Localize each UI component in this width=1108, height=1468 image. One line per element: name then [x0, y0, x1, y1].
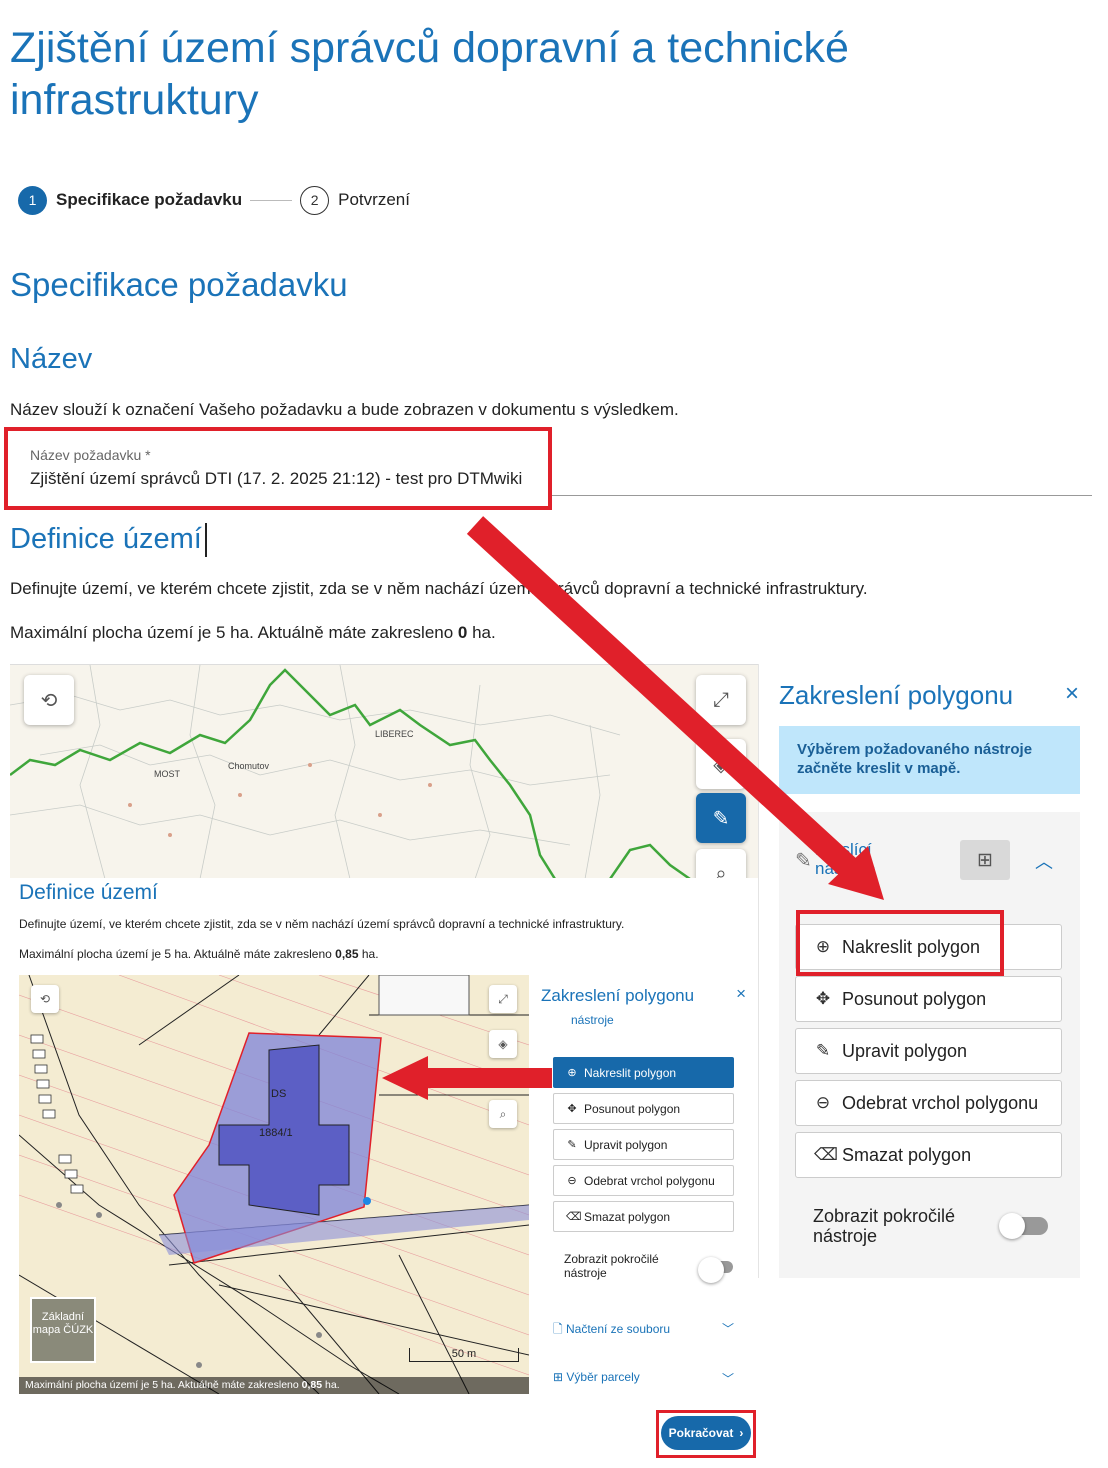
arrow-to-panel — [466, 516, 871, 889]
annotation-arrows — [382, 516, 884, 1100]
highlight-continue-button — [656, 1410, 756, 1458]
arrowhead-polygon — [382, 1056, 428, 1100]
